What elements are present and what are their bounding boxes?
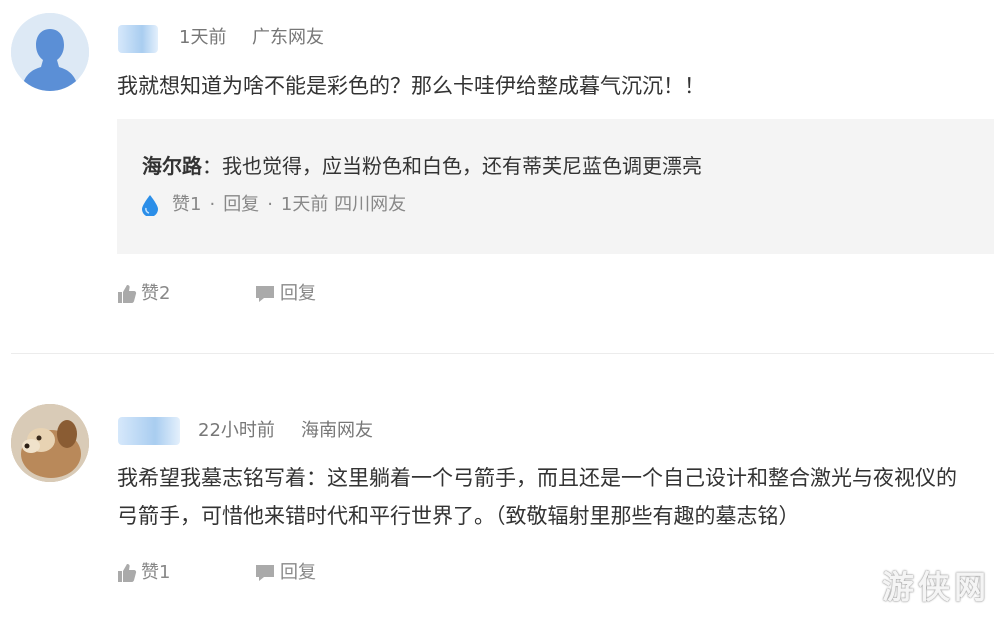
default-user-icon bbox=[11, 13, 89, 91]
comment-time: 1天前 bbox=[179, 27, 227, 48]
reply-button[interactable]: 回复 bbox=[254, 560, 316, 586]
username-blurred[interactable] bbox=[118, 417, 180, 445]
comment-text: 我就想知道为啥不能是彩色的？那么卡哇伊给整成暮气沉沉！！ bbox=[117, 74, 705, 98]
like-label: 赞1 bbox=[141, 562, 171, 583]
reply-reply-button[interactable]: 回复 bbox=[223, 192, 259, 218]
comment-bubble-icon bbox=[256, 565, 274, 581]
reply-text: 我也觉得，应当粉色和白色，还有蒂芙尼蓝色调更漂亮 bbox=[222, 154, 702, 178]
reply-meta: 赞1 · 回复 · 1天前 四川网友 bbox=[140, 192, 406, 218]
thumbs-up-icon bbox=[118, 285, 137, 303]
username-blurred[interactable] bbox=[118, 25, 158, 53]
separator-dot: · bbox=[267, 194, 273, 215]
reply-label: 回复 bbox=[280, 283, 316, 304]
like-button[interactable]: 赞2 bbox=[117, 281, 170, 307]
reply-separator: ： bbox=[202, 154, 222, 178]
separator-dot: · bbox=[209, 194, 216, 215]
site-watermark: 游侠网 bbox=[881, 568, 990, 606]
thumbs-up-icon bbox=[118, 564, 137, 582]
comment-location: 海南网友 bbox=[301, 420, 373, 441]
reply-content: 海尔路：我也觉得，应当粉色和白色，还有蒂芙尼蓝色调更漂亮 bbox=[142, 151, 702, 181]
reply-time-location: 1天前 四川网友 bbox=[280, 194, 407, 215]
reply-button[interactable]: 回复 bbox=[254, 281, 316, 307]
user-avatar[interactable] bbox=[11, 404, 89, 482]
comment-bubble-icon bbox=[256, 286, 274, 302]
comment-divider bbox=[11, 353, 994, 354]
reply-label: 回复 bbox=[280, 562, 316, 583]
like-button[interactable]: 赞1 bbox=[117, 560, 170, 586]
comment-text-line: 弓箭手，可惜他来错时代和平行世界了。（致敬辐射里那些有趣的墓志铭） bbox=[117, 504, 800, 528]
user-avatar[interactable] bbox=[11, 13, 89, 91]
like-label: 赞2 bbox=[141, 283, 171, 304]
reply-author[interactable]: 海尔路 bbox=[142, 154, 202, 178]
water-drop-icon[interactable] bbox=[140, 194, 160, 216]
reply-box: 海尔路：我也觉得，应当粉色和白色，还有蒂芙尼蓝色调更漂亮 赞1 · 回复 · 1… bbox=[117, 119, 994, 254]
comment-location: 广东网友 bbox=[252, 27, 324, 48]
comment-time: 22小时前 bbox=[198, 420, 275, 441]
comment-text-line: 我希望我墓志铭写着：这里躺着一个弓箭手，而且还是一个自己设计和整合激光与夜视仪的 bbox=[117, 466, 957, 490]
dog-avatar-image bbox=[11, 404, 89, 482]
reply-like-button[interactable]: 赞1 bbox=[172, 192, 201, 218]
